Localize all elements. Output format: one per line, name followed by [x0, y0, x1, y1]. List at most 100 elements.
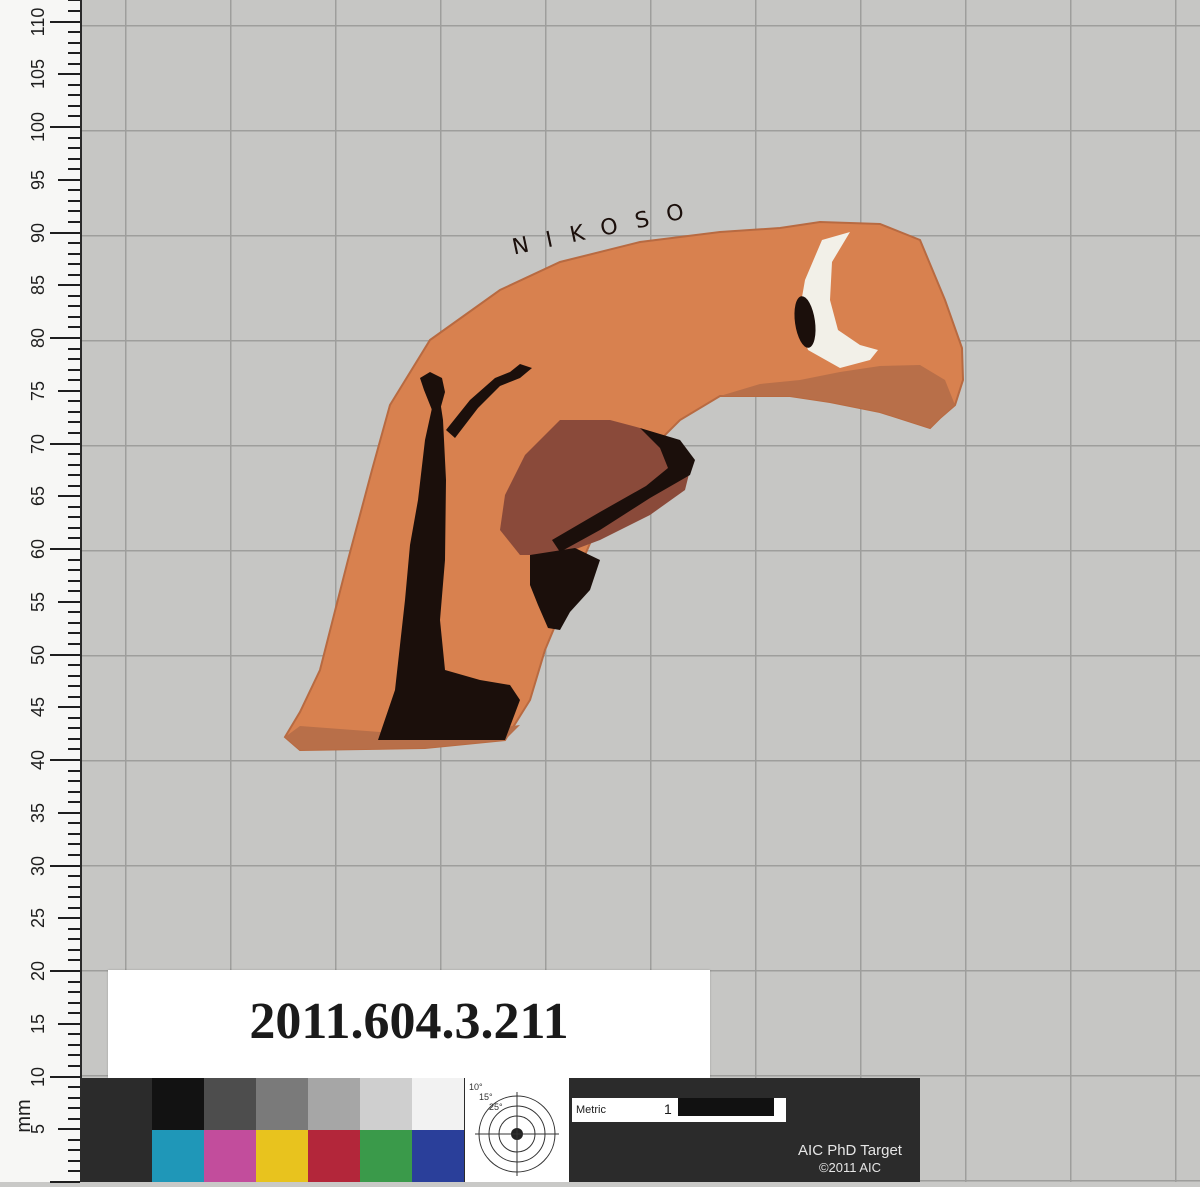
ruler-tick-label: 110 [28, 7, 48, 36]
metric-scale: Metric 1 2 [572, 1098, 786, 1122]
ruler-tick [68, 769, 80, 772]
color-target-card: 10° 15° 25° Metric 1 2 AIC PhD Target ©2… [80, 1078, 920, 1182]
gray-patch [152, 1078, 204, 1130]
metric-scale-bar [678, 1098, 774, 1116]
ruler-tick [50, 1181, 80, 1183]
ruler-tick [68, 294, 80, 297]
ruler-tick [68, 1159, 80, 1162]
ruler-tick [50, 653, 80, 656]
ruler-tick [68, 41, 80, 44]
target-brand-text: AIC PhD Target [798, 1142, 902, 1159]
metric-number-2: 2 [774, 1101, 782, 1117]
accession-number: 2011.604.3.211 [249, 993, 569, 1050]
ruler-tick [68, 453, 80, 456]
ruler-tick [68, 685, 80, 688]
ruler-tick [68, 1138, 80, 1141]
ruler-tick [68, 273, 80, 276]
ruler-tick [68, 1170, 80, 1173]
color-patch [308, 1130, 360, 1182]
ruler-tick-label: 75 [28, 380, 48, 401]
gray-patch [412, 1078, 464, 1130]
ruler-tick [68, 590, 80, 593]
gray-patch [308, 1078, 360, 1130]
ruler-tick [68, 906, 80, 909]
ruler-tick [68, 157, 80, 160]
ruler-tick-label: 15 [28, 1013, 48, 1034]
ruler-tick [68, 463, 80, 466]
ruler-tick [68, 315, 80, 318]
ruler-tick-label: 70 [28, 433, 48, 454]
ruler-tick [68, 368, 80, 371]
ruler-tick [50, 442, 80, 445]
ruler-tick [68, 1117, 80, 1120]
ruler-tick [68, 9, 80, 12]
ruler-tick [68, 1043, 80, 1046]
ruler-tick [68, 1064, 80, 1067]
ruler-tick [68, 189, 80, 192]
ruler-tick [50, 759, 80, 761]
ruler-tick [58, 178, 80, 181]
ruler-tick [68, 737, 80, 740]
ruler-tick [68, 263, 80, 266]
ruler-tick [58, 389, 80, 392]
ruler-tick [68, 242, 80, 245]
ruler-tick [68, 980, 80, 983]
ruler-tick [68, 147, 80, 150]
ruler-tick [58, 1022, 80, 1025]
ruler-tick [68, 843, 80, 846]
ruler-tick [68, 621, 80, 624]
ruler-tick [68, 1001, 80, 1004]
ruler-tick [68, 927, 80, 930]
dial-label-25: 25° [489, 1102, 503, 1112]
color-patch [256, 1130, 308, 1182]
ruler-tick [58, 600, 80, 603]
ruler-tick [68, 379, 80, 382]
ruler-tick [68, 991, 80, 994]
ruler-tick [68, 1086, 80, 1089]
ruler-tick-label: 105 [28, 59, 48, 90]
ruler-tick [68, 674, 80, 677]
accession-label-card: 2011.604.3.211 [108, 970, 710, 1078]
color-patch [412, 1130, 464, 1182]
ruler-tick [68, 0, 80, 2]
ruler-tick [68, 727, 80, 730]
ruler-tick [68, 199, 80, 202]
ruler-tick [68, 537, 80, 540]
ruler-tick [68, 410, 80, 413]
ruler-tick [68, 558, 80, 561]
ruler-tick-label: 25 [28, 908, 48, 929]
ruler-tick [68, 938, 80, 941]
ruler-tick [68, 642, 80, 645]
ruler-tick [68, 421, 80, 424]
ruler-tick [68, 52, 80, 55]
ruler-tick-label: 20 [28, 960, 48, 982]
color-patch [204, 1130, 256, 1182]
ruler-tick [68, 959, 80, 962]
ruler-tick [50, 231, 80, 234]
ruler-tick [68, 347, 80, 350]
ruler-tick [68, 1012, 80, 1015]
gray-patch [256, 1078, 308, 1130]
ruler-tick [50, 1075, 80, 1078]
ruler-tick [68, 526, 80, 529]
ruler-tick-label: 90 [28, 222, 48, 243]
ruler-tick [68, 780, 80, 783]
ruler-tick-label: 55 [28, 591, 48, 612]
ruler-tick-label: 35 [28, 802, 48, 823]
ruler-tick [68, 94, 80, 97]
ruler-tick [68, 948, 80, 951]
color-patch [360, 1130, 412, 1182]
ruler-tick [68, 1054, 80, 1057]
ruler-tick [68, 695, 80, 698]
ruler-tick [68, 62, 80, 65]
ruler-tick [68, 252, 80, 255]
ruler-tick-label: 95 [28, 169, 48, 190]
ruler-tick-label: 80 [28, 327, 48, 349]
ruler-tick [68, 716, 80, 719]
metric-number-1: 1 [664, 1101, 672, 1117]
color-patch [152, 1130, 204, 1182]
ruler-tick [50, 970, 80, 972]
ruler-tick [58, 917, 80, 920]
ruler-tick [68, 853, 80, 856]
ruler-tick [58, 495, 80, 498]
